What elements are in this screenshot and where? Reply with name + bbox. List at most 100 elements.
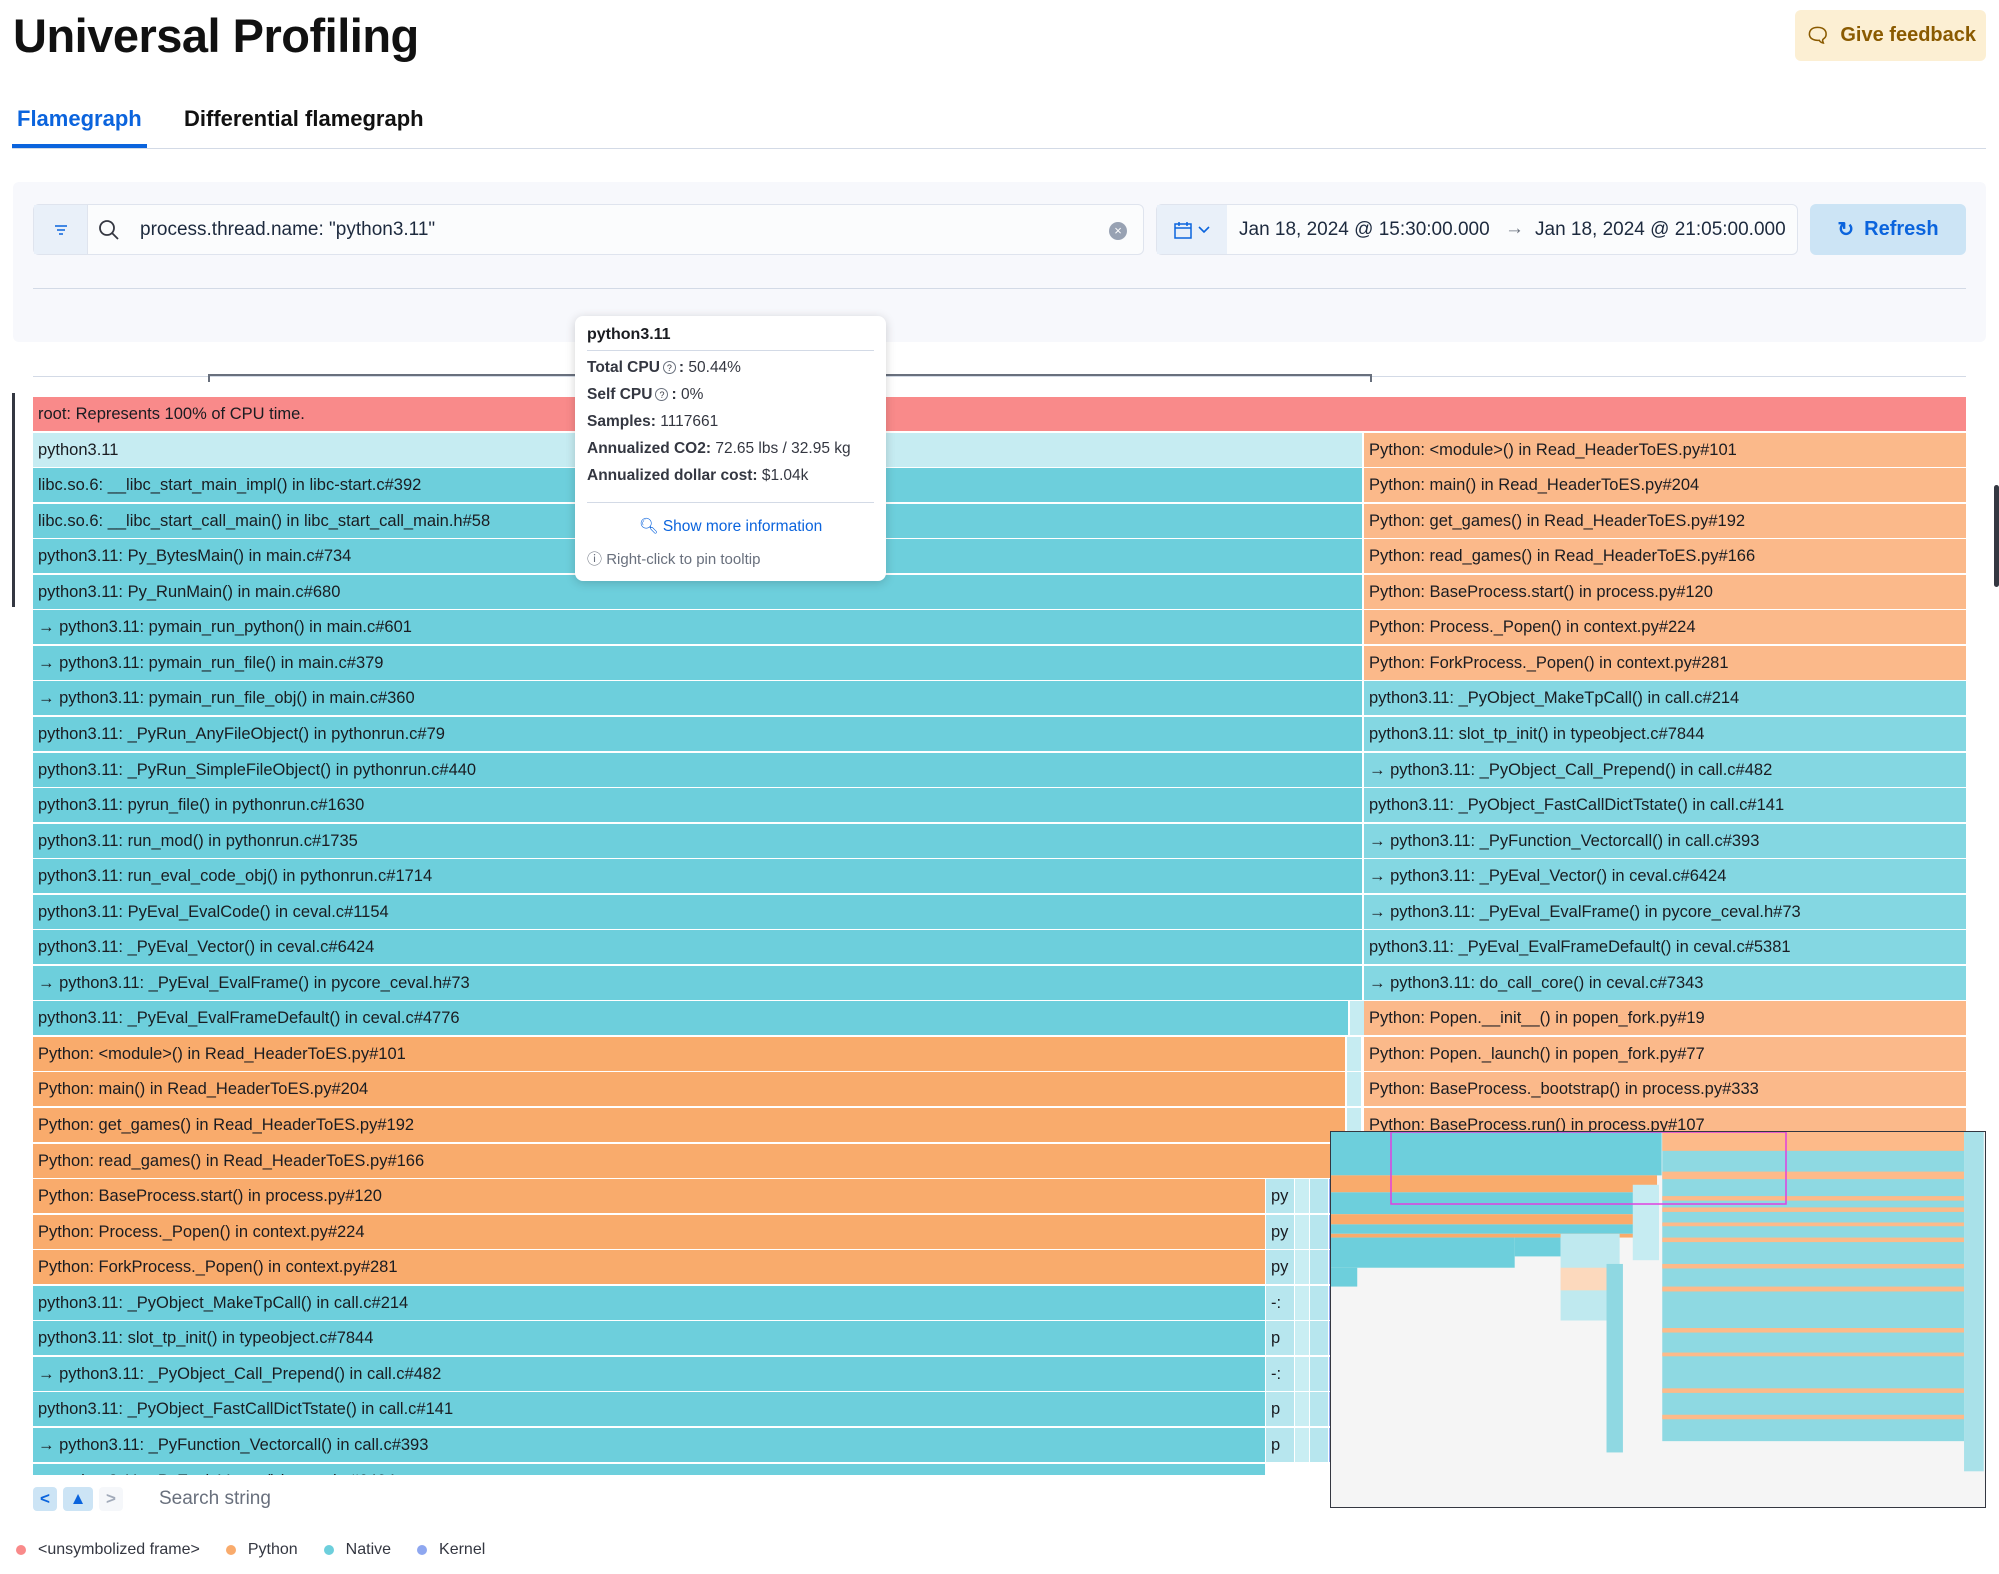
frame[interactable]: → python3.11: _PyFunction_Vectorcall() i… <box>33 1427 1265 1462</box>
frame[interactable] <box>1295 1285 1309 1320</box>
frame[interactable]: Python: Process._Popen() in context.py#2… <box>33 1214 1265 1249</box>
give-feedback-button[interactable]: 🗨 Give feedback <box>1795 10 1986 61</box>
frame[interactable] <box>1310 1250 1328 1285</box>
frame[interactable] <box>1310 1285 1328 1320</box>
tab-flamegraph[interactable]: Flamegraph <box>17 106 142 132</box>
frame[interactable]: python3.11: _PyObject_FastCallDictTstate… <box>33 1392 1265 1427</box>
frame[interactable]: python3.11: pyrun_file() in pythonrun.c#… <box>33 788 1362 823</box>
filter-icon[interactable] <box>34 205 88 254</box>
legend-swatch <box>323 1545 334 1555</box>
frame[interactable] <box>1295 1250 1309 1285</box>
start-date[interactable]: Jan 18, 2024 @ 15:30:00.000 <box>1239 219 1490 241</box>
frame[interactable]: Python: BaseProcess._bootstrap() in proc… <box>1364 1072 1966 1107</box>
frame[interactable]: py <box>1266 1179 1294 1214</box>
reset-zoom-button[interactable]: ▲ <box>63 1487 93 1511</box>
frame[interactable]: p <box>1266 1392 1294 1427</box>
frame[interactable]: python3.11: run_mod() in pythonrun.c#173… <box>33 823 1362 858</box>
frame[interactable]: python3.11: _PyObject_MakeTpCall() in ca… <box>1364 681 1966 716</box>
frame[interactable] <box>1295 1179 1309 1214</box>
refresh-button[interactable]: ↻ Refresh <box>1810 204 1966 255</box>
frame[interactable]: Python: read_games() in Read_HeaderToES.… <box>33 1143 1333 1178</box>
clear-icon[interactable]: × <box>1109 222 1127 240</box>
frame[interactable]: Python: <module>() in Read_HeaderToES.py… <box>33 1036 1345 1071</box>
previous-match-button[interactable]: < <box>33 1487 57 1511</box>
frame[interactable]: → python3.11: _PyObject_Call_Prepend() i… <box>1364 752 1966 787</box>
frame[interactable]: python3.11: _PyObject_FastCallDictTstate… <box>1364 788 1966 823</box>
search-icon <box>99 220 119 240</box>
frame[interactable] <box>1310 1214 1328 1249</box>
frame-root[interactable]: root: Represents 100% of CPU time. <box>33 397 1966 431</box>
calendar-icon[interactable] <box>1157 205 1227 254</box>
frame[interactable] <box>1347 1036 1361 1071</box>
next-match-button[interactable]: > <box>99 1487 123 1511</box>
frame[interactable]: p <box>1266 1321 1294 1356</box>
vertical-scrollbar[interactable] <box>12 393 15 607</box>
frame[interactable] <box>1295 1427 1309 1462</box>
frame[interactable]: → python3.11: _PyEval_Vector() in ceval.… <box>1364 859 1966 894</box>
frame[interactable]: -: <box>1266 1356 1294 1391</box>
frame[interactable]: → python3.11: pymain_run_file() in main.… <box>33 645 1362 680</box>
frame[interactable]: Python: ForkProcess._Popen() in context.… <box>1364 645 1966 680</box>
end-date[interactable]: Jan 18, 2024 @ 21:05:00.000 <box>1535 219 1786 241</box>
flamegraph-minimap[interactable] <box>1330 1131 1986 1508</box>
frame[interactable]: python3.11: run_eval_code_obj() in pytho… <box>33 859 1362 894</box>
frame[interactable]: → python3.11: _PyFunction_Vectorcall() i… <box>1364 823 1966 858</box>
help-icon[interactable]: ? <box>662 361 676 375</box>
frame[interactable]: Python: BaseProcess.start() in process.p… <box>1364 574 1966 609</box>
frame[interactable]: -: <box>1266 1285 1294 1320</box>
frame[interactable] <box>1310 1179 1328 1214</box>
frame[interactable]: Python: get_games() in Read_HeaderToES.p… <box>33 1108 1345 1142</box>
frame[interactable]: python3.11: _PyRun_SimpleFileObject() in… <box>33 752 1362 787</box>
date-picker[interactable]: Jan 18, 2024 @ 15:30:00.000 → Jan 18, 20… <box>1156 204 1798 255</box>
search-string-input[interactable]: Search string <box>159 1488 271 1510</box>
page-scrollbar[interactable] <box>1994 485 1999 587</box>
frame[interactable]: py <box>1266 1214 1294 1249</box>
frame[interactable] <box>1295 1321 1309 1356</box>
show-more-information-link[interactable]: 🔍︎ Show more information <box>587 502 874 546</box>
frame[interactable]: Python: main() in Read_HeaderToES.py#204 <box>33 1072 1345 1107</box>
frame[interactable] <box>1347 1072 1361 1107</box>
frame[interactable]: python3.11: slot_tp_init() in typeobject… <box>33 1321 1265 1356</box>
frame[interactable]: Python: ForkProcess._Popen() in context.… <box>33 1250 1265 1285</box>
frame[interactable] <box>1310 1427 1328 1462</box>
frame[interactable] <box>1350 1001 1364 1036</box>
frame[interactable]: python3.11: _PyEval_EvalFrameDefault() i… <box>33 1001 1348 1036</box>
frame[interactable]: p <box>1266 1427 1294 1462</box>
frame[interactable]: py <box>1266 1250 1294 1285</box>
search-bar[interactable]: process.thread.name: "python3.11" × <box>33 204 1144 255</box>
frame[interactable]: python3.11: _PyEval_Vector() in ceval.c#… <box>33 930 1362 965</box>
frame[interactable]: Python: read_games() in Read_HeaderToES.… <box>1364 539 1966 574</box>
frame[interactable]: Python: Popen._launch() in popen_fork.py… <box>1364 1036 1966 1071</box>
frame[interactable]: python3.11: PyEval_EvalCode() in ceval.c… <box>33 894 1362 929</box>
frame[interactable]: python3.11: slot_tp_init() in typeobject… <box>1364 716 1966 751</box>
minimap-block <box>1331 1175 1658 1193</box>
frame[interactable]: python3.11: _PyObject_MakeTpCall() in ca… <box>33 1285 1265 1320</box>
frame[interactable] <box>1310 1356 1328 1391</box>
frame[interactable]: python3.11: _PyEval_EvalFrameDefault() i… <box>1364 930 1966 965</box>
legend-item: Native <box>323 1541 391 1559</box>
frame[interactable]: → python3.11: _PyObject_Call_Prepend() i… <box>33 1356 1265 1391</box>
frame[interactable] <box>1310 1321 1328 1356</box>
search-input[interactable]: process.thread.name: "python3.11" <box>140 219 435 241</box>
frame[interactable] <box>1295 1214 1309 1249</box>
frame[interactable] <box>1310 1392 1328 1427</box>
frame[interactable]: python3.11: _PyRun_AnyFileObject() in py… <box>33 716 1362 751</box>
frame[interactable]: → python3.11: _PyEval_EvalFrame() in pyc… <box>1364 894 1966 929</box>
frame[interactable] <box>1295 1356 1309 1391</box>
frame[interactable]: Python: get_games() in Read_HeaderToES.p… <box>1364 503 1966 538</box>
tab-differential-flamegraph[interactable]: Differential flamegraph <box>184 106 424 132</box>
frame[interactable] <box>1295 1392 1309 1427</box>
frame[interactable]: Python: Popen.__init__() in popen_fork.p… <box>1364 1001 1966 1036</box>
frame[interactable]: Python: <module>() in Read_HeaderToES.py… <box>1364 432 1966 467</box>
frame[interactable]: → python3.11: _PyEval_EvalFrame() in pyc… <box>33 965 1362 1000</box>
frame[interactable]: Python: Process._Popen() in context.py#2… <box>1364 610 1966 645</box>
page-title: Universal Profiling <box>13 9 419 62</box>
frame[interactable]: Python: main() in Read_HeaderToES.py#204 <box>1364 468 1966 503</box>
frame[interactable]: Python: BaseProcess.start() in process.p… <box>33 1179 1265 1214</box>
frame[interactable]: → python3.11: pymain_run_file_obj() in m… <box>33 681 1362 716</box>
legend-swatch <box>417 1545 428 1555</box>
frame[interactable]: → python3.11: do_call_core() in ceval.c#… <box>1364 965 1966 1000</box>
frame[interactable]: → python3.11: pymain_run_python() in mai… <box>33 610 1362 645</box>
frame[interactable]: → python3.11: _PyEval_Vector() in ceval.… <box>33 1463 1265 1475</box>
help-icon[interactable]: ? <box>655 388 669 402</box>
